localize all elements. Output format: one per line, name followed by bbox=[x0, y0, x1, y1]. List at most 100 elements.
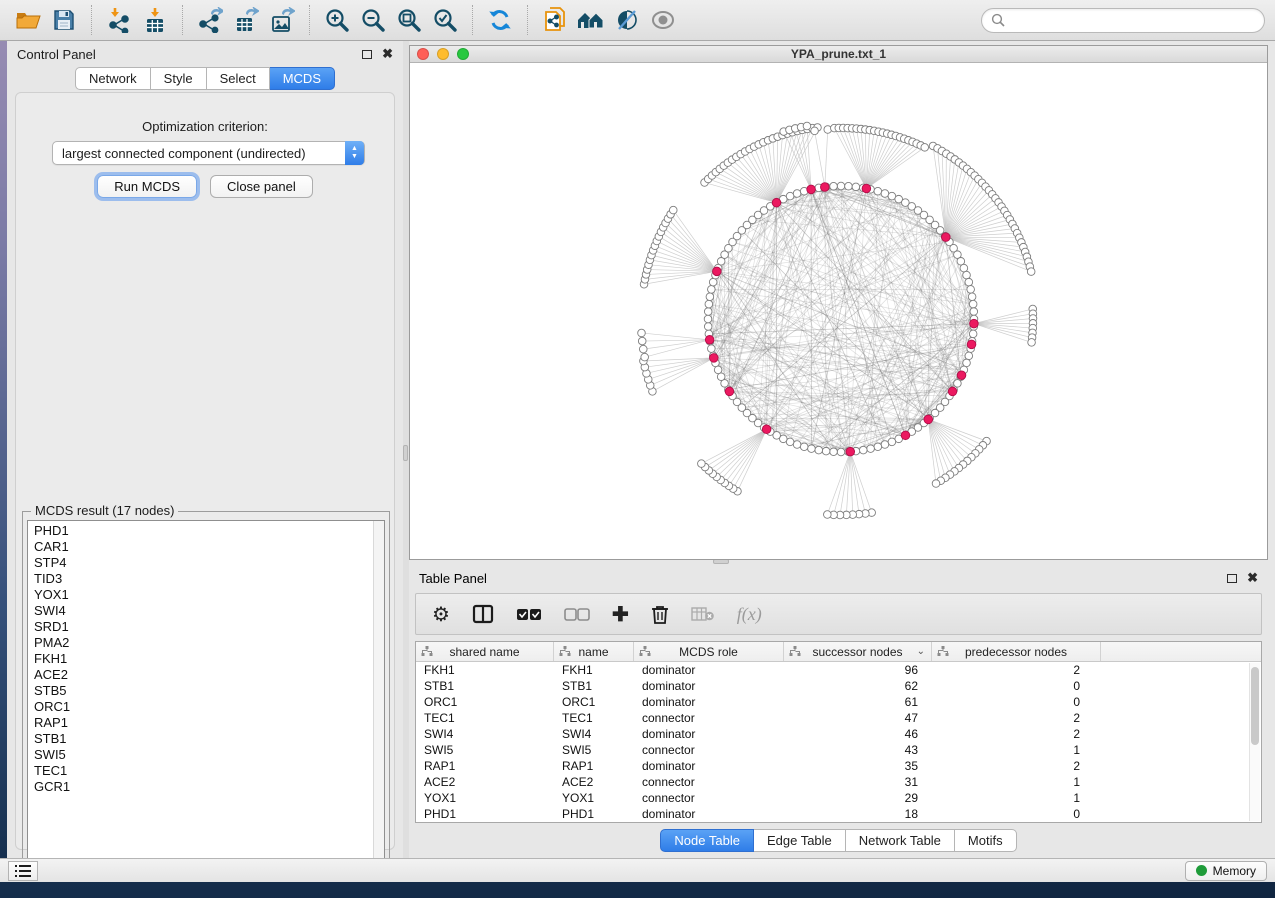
table-row[interactable]: YOX1YOX1connector291 bbox=[416, 790, 1261, 806]
mcds-result-item[interactable]: STB5 bbox=[34, 683, 384, 699]
close-panel-button[interactable]: Close panel bbox=[210, 175, 313, 198]
mcds-list-scrollbar[interactable] bbox=[373, 521, 384, 875]
open-folder-icon[interactable] bbox=[10, 4, 46, 36]
hide-graphics-details-icon[interactable] bbox=[609, 4, 645, 36]
table-scrollbar[interactable] bbox=[1249, 663, 1260, 821]
close-panel-icon[interactable]: ✖ bbox=[1247, 573, 1258, 583]
toolbar-separator bbox=[472, 5, 473, 35]
mcds-result-item[interactable]: STB1 bbox=[34, 731, 384, 747]
column-header-predecessor-nodes[interactable]: predecessor nodes bbox=[932, 642, 1101, 661]
select-all-icon[interactable] bbox=[516, 599, 542, 629]
mcds-result-item[interactable]: PHD1 bbox=[34, 523, 384, 539]
save-icon[interactable] bbox=[46, 4, 82, 36]
table-cell: SWI5 bbox=[554, 742, 634, 758]
table-row[interactable]: TEC1TEC1connector472 bbox=[416, 710, 1261, 726]
table-cell: 2 bbox=[932, 758, 1101, 774]
toolbar-separator bbox=[309, 5, 310, 35]
memory-button[interactable]: Memory bbox=[1185, 861, 1267, 881]
tab-style[interactable]: Style bbox=[151, 67, 207, 90]
mcds-result-item[interactable]: STP4 bbox=[34, 555, 384, 571]
table-cell bbox=[1101, 726, 1261, 742]
close-panel-icon[interactable]: ✖ bbox=[382, 49, 393, 59]
home-networks-icon[interactable] bbox=[573, 4, 609, 36]
float-panel-icon[interactable] bbox=[362, 50, 372, 59]
scrollbar-thumb[interactable] bbox=[1251, 667, 1259, 745]
tab-select[interactable]: Select bbox=[207, 67, 270, 90]
table-row[interactable]: RAP1RAP1dominator352 bbox=[416, 758, 1261, 774]
tab-network-table[interactable]: Network Table bbox=[846, 829, 955, 852]
mcds-result-item[interactable]: FKH1 bbox=[34, 651, 384, 667]
gear-icon[interactable]: ⚙ bbox=[432, 599, 450, 629]
float-panel-icon[interactable] bbox=[1227, 574, 1237, 583]
node-table-body: FKH1FKH1dominator962STB1STB1dominator620… bbox=[416, 662, 1261, 822]
table-cell: dominator bbox=[634, 726, 784, 742]
run-mcds-button[interactable]: Run MCDS bbox=[97, 175, 197, 198]
network-graph-canvas[interactable] bbox=[410, 63, 1267, 559]
table-row[interactable]: SWI5SWI5connector431 bbox=[416, 742, 1261, 758]
tab-mcds[interactable]: MCDS bbox=[270, 67, 335, 90]
mcds-result-item[interactable]: SRD1 bbox=[34, 619, 384, 635]
table-row[interactable]: ACE2ACE2connector311 bbox=[416, 774, 1261, 790]
table-row[interactable]: FKH1FKH1dominator962 bbox=[416, 662, 1261, 678]
import-table-icon[interactable] bbox=[137, 4, 173, 36]
delete-table-icon bbox=[691, 599, 715, 629]
tab-network[interactable]: Network bbox=[75, 67, 151, 90]
table-cell: STB1 bbox=[416, 678, 554, 694]
task-history-button[interactable] bbox=[8, 861, 38, 881]
mcds-result-list[interactable]: PHD1CAR1STP4TID3YOX1SWI4SRD1PMA2FKH1ACE2… bbox=[27, 520, 385, 876]
tab-edge-table[interactable]: Edge Table bbox=[754, 829, 846, 852]
add-column-icon[interactable]: ✚ bbox=[612, 599, 629, 629]
column-type-icon bbox=[421, 646, 433, 657]
column-header-name[interactable]: name bbox=[554, 642, 634, 661]
column-label: successor nodes bbox=[812, 645, 902, 659]
export-image-icon[interactable] bbox=[264, 4, 300, 36]
import-network-icon[interactable] bbox=[101, 4, 137, 36]
refresh-icon[interactable] bbox=[482, 4, 518, 36]
zoom-in-icon[interactable] bbox=[319, 4, 355, 36]
tab-node-table[interactable]: Node Table bbox=[660, 829, 754, 852]
table-row[interactable]: SWI4SWI4dominator462 bbox=[416, 726, 1261, 742]
mcds-result-item[interactable]: TID3 bbox=[34, 571, 384, 587]
column-label: shared name bbox=[449, 645, 519, 659]
mcds-result-item[interactable]: PMA2 bbox=[34, 635, 384, 651]
column-header-MCDS-role[interactable]: MCDS role bbox=[634, 642, 784, 661]
optimization-criterion-dropdown[interactable]: largest connected component (undirected)… bbox=[52, 141, 365, 165]
tab-motifs[interactable]: Motifs bbox=[955, 829, 1017, 852]
search-input[interactable] bbox=[1010, 13, 1255, 27]
control-panel-tabs: NetworkStyleSelectMCDS bbox=[7, 67, 403, 90]
deselect-all-icon[interactable] bbox=[564, 599, 590, 629]
export-network-document-icon[interactable] bbox=[537, 4, 573, 36]
table-row[interactable]: PHD1PHD1dominator180 bbox=[416, 806, 1261, 822]
table-cell bbox=[1101, 806, 1261, 822]
table-cell: 31 bbox=[784, 774, 932, 790]
export-table-icon[interactable] bbox=[228, 4, 264, 36]
mcds-result-item[interactable]: ACE2 bbox=[34, 667, 384, 683]
splitter-grip[interactable] bbox=[403, 445, 408, 461]
table-cell: RAP1 bbox=[416, 758, 554, 774]
table-row[interactable]: STB1STB1dominator620 bbox=[416, 678, 1261, 694]
mcds-result-item[interactable]: SWI4 bbox=[34, 603, 384, 619]
table-cell: 62 bbox=[784, 678, 932, 694]
mcds-result-item[interactable]: YOX1 bbox=[34, 587, 384, 603]
export-network-icon[interactable] bbox=[192, 4, 228, 36]
table-cell bbox=[1101, 742, 1261, 758]
column-header-shared-name[interactable]: shared name bbox=[416, 642, 554, 661]
show-eye-icon[interactable] bbox=[645, 4, 681, 36]
columns-icon[interactable] bbox=[472, 599, 494, 629]
mcds-result-item[interactable]: ORC1 bbox=[34, 699, 384, 715]
mcds-result-item[interactable]: GCR1 bbox=[34, 779, 384, 795]
zoom-selected-icon[interactable] bbox=[427, 4, 463, 36]
mcds-result-item[interactable]: RAP1 bbox=[34, 715, 384, 731]
table-cell: ORC1 bbox=[416, 694, 554, 710]
zoom-out-icon[interactable] bbox=[355, 4, 391, 36]
table-cell: 0 bbox=[932, 678, 1101, 694]
mcds-result-item[interactable]: SWI5 bbox=[34, 747, 384, 763]
search-box[interactable] bbox=[981, 8, 1265, 33]
column-header-successor-nodes[interactable]: successor nodes⌄ bbox=[784, 642, 932, 661]
mcds-result-item[interactable]: TEC1 bbox=[34, 763, 384, 779]
mcds-result-item[interactable]: CAR1 bbox=[34, 539, 384, 555]
delete-icon[interactable] bbox=[651, 599, 669, 629]
table-row[interactable]: ORC1ORC1dominator610 bbox=[416, 694, 1261, 710]
node-table: shared name nameMCDS rolesuccessor nodes⌄… bbox=[415, 641, 1262, 823]
zoom-fit-icon[interactable] bbox=[391, 4, 427, 36]
